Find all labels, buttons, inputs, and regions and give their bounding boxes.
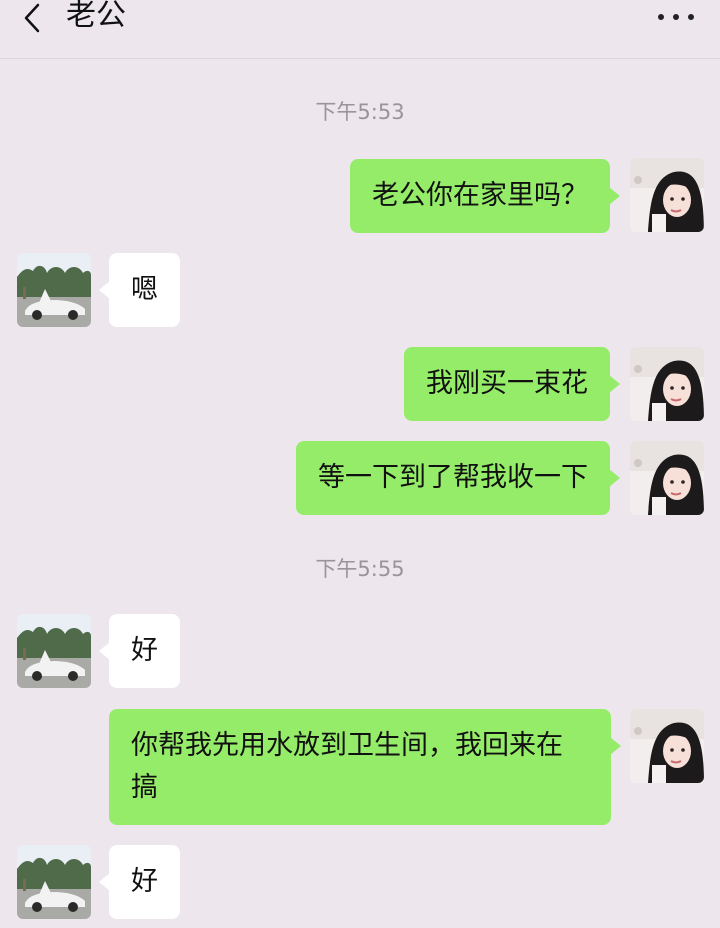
timestamp: 下午5:53 <box>315 100 405 124</box>
avatar-self[interactable] <box>630 709 704 783</box>
message-bubble-outgoing[interactable]: 我刚买一束花 <box>404 347 620 421</box>
message-bubble-incoming[interactable]: 嗯 <box>99 253 180 327</box>
avatar-self[interactable] <box>630 441 704 515</box>
chevron-left-icon <box>24 3 40 33</box>
message-bubble-incoming[interactable]: 好 <box>99 845 180 919</box>
message-bubble-incoming[interactable]: 好 <box>99 614 180 688</box>
chat-header: 老公 <box>0 0 720 59</box>
avatar-contact[interactable] <box>17 845 91 919</box>
avatar-contact[interactable] <box>17 253 91 327</box>
message-bubble-outgoing[interactable]: 老公你在家里吗？ <box>350 159 620 233</box>
back-button[interactable] <box>14 0 54 36</box>
avatar-contact[interactable] <box>17 614 91 688</box>
more-dots-icon <box>658 14 664 20</box>
avatar-self[interactable] <box>630 158 704 232</box>
timestamp: 下午5:55 <box>315 557 405 581</box>
avatar-self[interactable] <box>630 347 704 421</box>
chat-title: 老公 <box>66 0 126 33</box>
message-bubble-outgoing[interactable]: 你帮我先用水放到卫生间，我回来在搞 <box>109 709 621 825</box>
message-bubble-outgoing[interactable]: 等一下到了帮我收一下 <box>296 441 620 515</box>
more-options-button[interactable] <box>656 6 700 30</box>
